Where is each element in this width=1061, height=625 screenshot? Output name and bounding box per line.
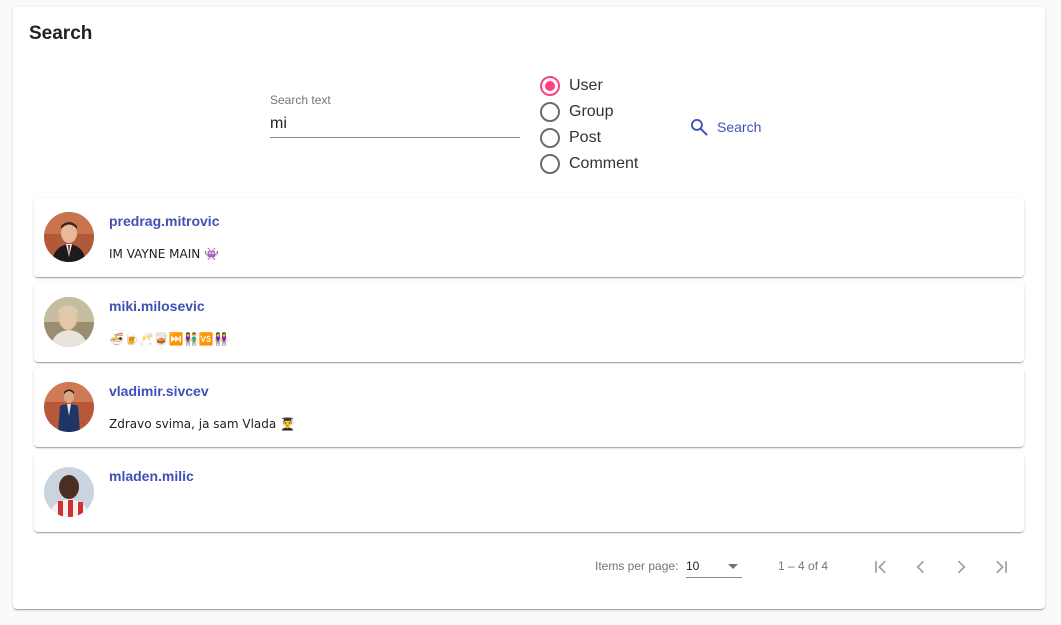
result-bio: Zdravo svima, ja sam Vlada 👨‍🎓 [109, 417, 295, 431]
search-icon [691, 119, 708, 136]
radio-post[interactable]: Post [540, 125, 638, 151]
result-username[interactable]: miki.milosevic [109, 298, 205, 314]
result-bio: 🍜🍺🥂🥃⏭️👫🆚👭 [109, 332, 229, 346]
first-page-button[interactable] [865, 551, 897, 583]
result-username[interactable]: predrag.mitrovic [109, 213, 219, 229]
previous-page-icon [916, 560, 925, 574]
next-page-button[interactable] [945, 551, 977, 583]
previous-page-button[interactable] [905, 551, 937, 583]
radio-unchecked-icon [540, 128, 560, 148]
next-page-icon [957, 560, 966, 574]
result-item[interactable]: predrag.mitrovic IM VAYNE MAIN 👾 [34, 198, 1024, 277]
avatar [44, 382, 94, 432]
radio-unchecked-icon [540, 102, 560, 122]
search-button[interactable]: Search [681, 109, 769, 145]
paginator: Items per page: 10 1 – 4 of 4 [13, 547, 1045, 587]
last-page-button[interactable] [985, 551, 1017, 583]
radio-user[interactable]: User [540, 73, 638, 99]
result-item[interactable]: mladen.milic [34, 453, 1024, 532]
first-page-icon [875, 560, 886, 574]
search-field-underline [270, 137, 520, 138]
page-title: Search [29, 23, 93, 44]
search-card: Search Search text User Group Post Comme… [13, 7, 1045, 609]
last-page-icon [996, 560, 1007, 574]
radio-label-post: Post [569, 129, 602, 146]
radio-checked-icon [540, 76, 560, 96]
avatar [44, 467, 94, 517]
items-per-page-value: 10 [686, 559, 700, 573]
search-field-label: Search text [270, 93, 331, 107]
search-type-radio-group: User Group Post Comment [540, 73, 638, 177]
result-username[interactable]: mladen.milic [109, 468, 194, 484]
search-field[interactable]: Search text [270, 91, 520, 139]
items-per-page-label: Items per page: [595, 559, 679, 573]
radio-label-user: User [569, 77, 603, 94]
radio-unchecked-icon [540, 154, 560, 174]
page-range-label: 1 – 4 of 4 [778, 559, 829, 573]
radio-comment[interactable]: Comment [540, 151, 638, 177]
items-per-page-select[interactable]: 10 [686, 553, 742, 578]
avatar [44, 212, 94, 262]
result-item[interactable]: vladimir.sivcev Zdravo svima, ja sam Vla… [34, 368, 1024, 447]
radio-label-comment: Comment [569, 155, 639, 172]
result-bio: IM VAYNE MAIN 👾 [109, 247, 219, 261]
search-button-label: Search [717, 119, 762, 135]
results-list: predrag.mitrovic IM VAYNE MAIN 👾 miki.mi… [34, 198, 1024, 538]
result-username[interactable]: vladimir.sivcev [109, 383, 209, 399]
avatar [44, 297, 94, 347]
result-item[interactable]: miki.milosevic 🍜🍺🥂🥃⏭️👫🆚👭 [34, 283, 1024, 362]
radio-label-group: Group [569, 103, 614, 120]
search-input[interactable] [270, 111, 520, 137]
radio-group[interactable]: Group [540, 99, 638, 125]
chevron-down-icon [728, 564, 738, 569]
